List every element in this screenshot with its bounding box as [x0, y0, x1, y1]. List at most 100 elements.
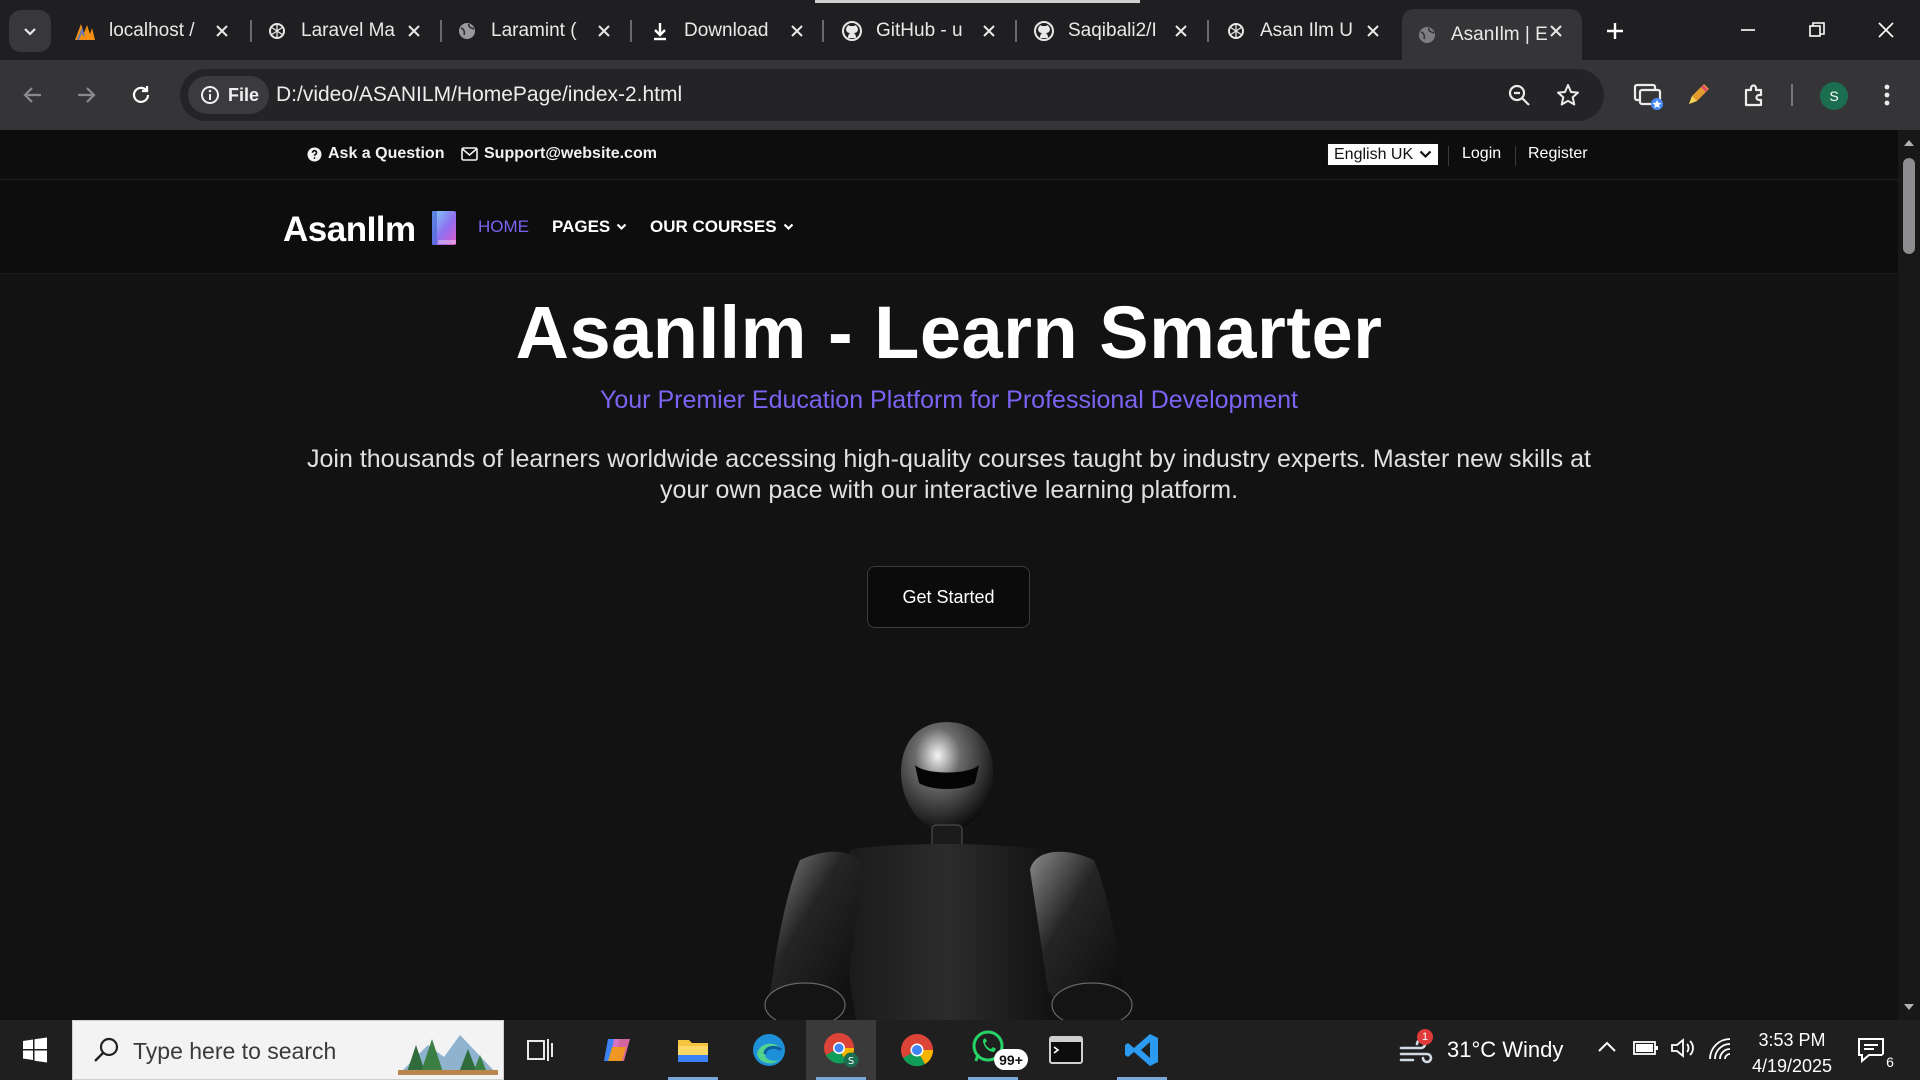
close-icon[interactable]	[977, 19, 1001, 43]
address-bar[interactable]: File D:/video/ASANILM/HomePage/index-2.h…	[180, 69, 1604, 121]
whatsapp-unread-badge: 99+	[994, 1049, 1028, 1070]
taskbar-edge[interactable]	[734, 1020, 804, 1080]
github-icon	[840, 19, 864, 43]
close-icon	[1878, 22, 1894, 38]
tab-asan-ilm[interactable]: Asan Ilm U	[1211, 9, 1399, 53]
battery-indicator[interactable]	[1633, 1040, 1659, 1061]
tab-separator	[630, 20, 632, 42]
restore-button[interactable]	[1792, 10, 1842, 50]
scroll-up-icon[interactable]	[1903, 138, 1915, 148]
kebab-menu-icon	[1884, 84, 1890, 106]
tab-asanilm-active[interactable]: AsanIlm | E	[1402, 9, 1582, 60]
close-icon[interactable]	[785, 19, 809, 43]
register-link[interactable]: Register	[1528, 145, 1588, 163]
taskbar-terminal[interactable]	[1031, 1020, 1101, 1080]
scroll-down-icon[interactable]	[1903, 1002, 1915, 1012]
search-icon	[94, 1037, 119, 1062]
minimize-button[interactable]	[1723, 10, 1773, 50]
reload-icon	[132, 86, 150, 103]
close-icon[interactable]	[1169, 19, 1193, 43]
bookmark-button[interactable]	[1552, 79, 1584, 111]
tray-overflow-button[interactable]	[1597, 1040, 1617, 1059]
profile-avatar[interactable]: S	[1820, 82, 1848, 110]
tab-localhost[interactable]: localhost /	[60, 9, 248, 53]
forward-button[interactable]	[66, 75, 106, 115]
extensions-button[interactable]	[1733, 74, 1775, 116]
new-tab-button[interactable]	[1598, 14, 1632, 48]
nav-our-courses[interactable]: OUR COURSES	[650, 217, 794, 237]
nav-home[interactable]: HOME	[478, 217, 529, 237]
tab-title: Laramint (	[491, 20, 577, 41]
clock-time: 3:53 PM	[1758, 1030, 1826, 1050]
site-logo[interactable]: AsanIlm	[283, 210, 416, 250]
network-indicator[interactable]	[1707, 1037, 1733, 1066]
weather-widget-icon[interactable]: 1	[1397, 1029, 1433, 1068]
get-started-button[interactable]: Get Started	[867, 566, 1030, 628]
topbar-divider	[1515, 146, 1516, 166]
taskbar-file-explorer[interactable]	[658, 1020, 728, 1080]
scrollbar-thumb[interactable]	[1903, 158, 1915, 254]
hero-description: Join thousands of learners worldwide acc…	[307, 445, 1591, 504]
taskbar-whatsapp[interactable]: 99+	[958, 1020, 1028, 1080]
tab-laravel[interactable]: Laravel Ma	[252, 9, 440, 53]
login-label: Login	[1462, 145, 1502, 162]
close-icon[interactable]	[1544, 19, 1568, 43]
cast-button[interactable]	[1627, 74, 1669, 116]
login-link[interactable]: Login	[1462, 145, 1501, 163]
tab-search-button[interactable]	[9, 10, 51, 52]
toolbar-divider	[1791, 84, 1793, 106]
taskbar-vscode[interactable]	[1107, 1020, 1177, 1080]
start-button[interactable]	[10, 1030, 60, 1070]
globe-icon	[1415, 23, 1439, 47]
language-select[interactable]: English UK	[1327, 143, 1440, 166]
tab-title: Asan Ilm U	[1260, 20, 1353, 41]
nav-pages[interactable]: PAGES	[552, 217, 627, 237]
tab-laramint[interactable]: Laramint (	[442, 9, 630, 53]
close-icon[interactable]	[592, 19, 616, 43]
topbar-divider	[1448, 146, 1449, 166]
phpmyadmin-icon	[73, 19, 97, 43]
support-email-link[interactable]: Support@website.com	[461, 145, 657, 163]
loading-indicator	[815, 0, 1140, 3]
back-button[interactable]	[13, 75, 53, 115]
task-view-button[interactable]	[505, 1020, 575, 1080]
puzzle-icon	[1744, 84, 1763, 107]
url-text[interactable]: D:/video/ASANILM/HomePage/index-2.html	[276, 83, 682, 107]
close-icon[interactable]	[402, 19, 426, 43]
browser-menu-button[interactable]	[1866, 74, 1908, 116]
tab-title: AsanIlm | E	[1451, 23, 1548, 45]
search-highlight-icon	[398, 1035, 498, 1075]
terminal-icon	[1049, 1036, 1083, 1064]
taskbar-chrome[interactable]	[882, 1020, 952, 1080]
battery-icon	[1633, 1041, 1658, 1055]
chevron-up-icon	[1598, 1041, 1616, 1052]
ask-question-link[interactable]: Ask a Question	[307, 145, 444, 163]
page-scrollbar[interactable]	[1898, 130, 1920, 1020]
system-clock[interactable]: 3:53 PM 4/19/2025	[1742, 1027, 1842, 1079]
close-icon[interactable]	[210, 19, 234, 43]
tab-download[interactable]: Download	[635, 9, 823, 53]
support-email-label: Support@website.com	[484, 145, 657, 162]
ask-question-label: Ask a Question	[328, 145, 445, 162]
taskbar-search-box[interactable]: Type here to search	[72, 1020, 504, 1080]
zoom-button[interactable]	[1503, 79, 1535, 111]
tab-github[interactable]: GitHub - u	[827, 9, 1015, 53]
close-icon[interactable]	[1361, 19, 1385, 43]
arrow-left-icon	[23, 87, 41, 103]
page-viewport: Ask a Question Support@website.com Engli…	[0, 130, 1898, 1020]
hero-title: AsanIlm - Learn Smarter	[515, 291, 1383, 374]
close-window-button[interactable]	[1861, 10, 1911, 50]
weather-text[interactable]: 31°C Windy	[1447, 1037, 1563, 1063]
pen-icon	[1689, 84, 1709, 104]
nav-courses-label: OUR COURSES	[650, 217, 777, 236]
tab-saqibali[interactable]: Saqibali2/I	[1019, 9, 1207, 53]
taskbar-chrome-profile[interactable]: S	[806, 1020, 876, 1080]
chevron-down-icon	[24, 28, 36, 36]
tab-title: Saqibali2/I	[1068, 20, 1157, 41]
volume-indicator[interactable]	[1670, 1037, 1696, 1064]
windows-logo-icon	[23, 1037, 47, 1063]
color-picker-extension[interactable]	[1677, 74, 1719, 116]
reload-button[interactable]	[121, 75, 161, 115]
taskbar-copilot[interactable]	[582, 1020, 652, 1080]
tab-title: localhost /	[109, 20, 195, 41]
